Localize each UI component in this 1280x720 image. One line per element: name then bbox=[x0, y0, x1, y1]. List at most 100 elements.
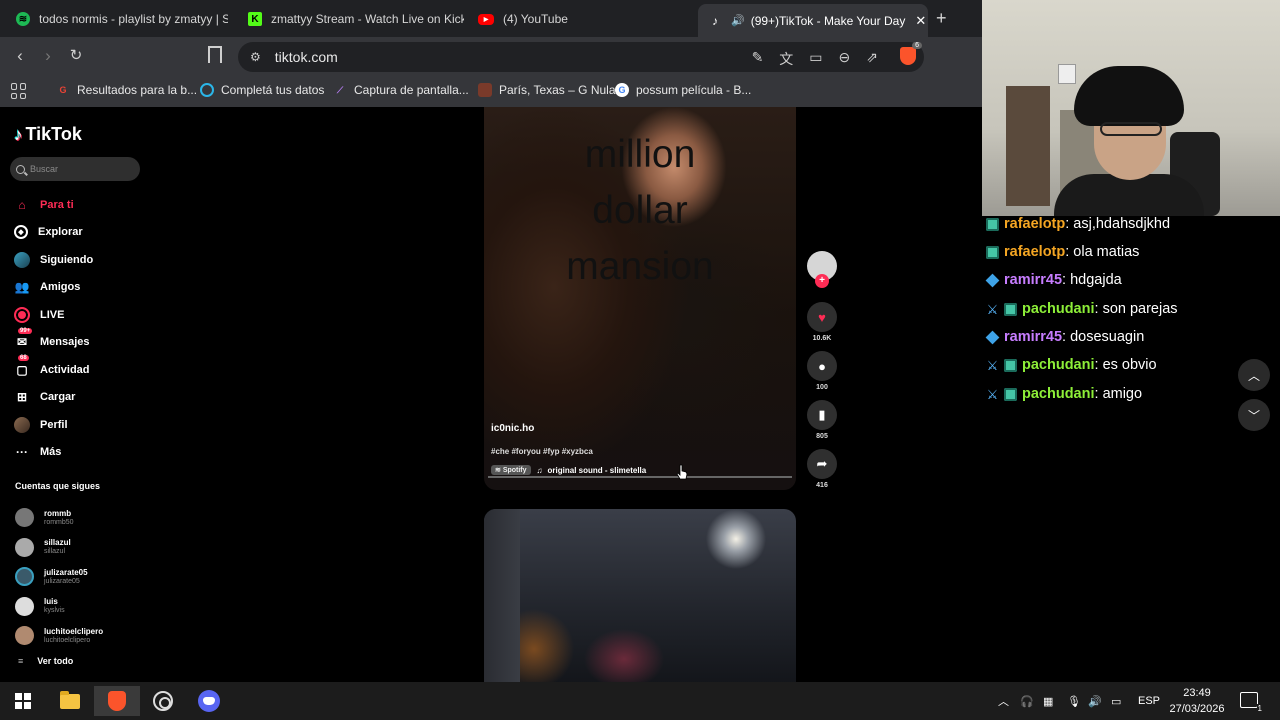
nav-live[interactable]: LIVE bbox=[14, 301, 154, 329]
file-explorer-button[interactable] bbox=[47, 686, 93, 716]
nav-mas[interactable]: ··· Más bbox=[14, 439, 154, 467]
nav-label: Explorar bbox=[38, 226, 83, 239]
creator-avatar[interactable]: + bbox=[807, 251, 837, 288]
comment-icon[interactable]: ● bbox=[807, 351, 837, 381]
video-player[interactable]: million dollar mansion ic0nic.ho #che #f… bbox=[484, 107, 796, 490]
video-author[interactable]: ic0nic.ho bbox=[491, 423, 534, 434]
show-hidden-icons-button[interactable]: ︿ bbox=[998, 682, 1009, 720]
following-account[interactable]: luchitoelclipero luchitoelclipero bbox=[15, 621, 165, 651]
activity-icon: ▢ bbox=[16, 362, 28, 377]
brave-shield-icon[interactable]: 6 bbox=[900, 42, 922, 65]
apps-grid-icon[interactable] bbox=[11, 83, 27, 99]
nav-para-ti[interactable]: ⌂ Para ti bbox=[14, 191, 154, 219]
close-tab-icon[interactable]: ✕ bbox=[905, 13, 926, 29]
start-button[interactable] bbox=[0, 686, 46, 716]
scroll-down-button[interactable]: ﹀ bbox=[1238, 399, 1270, 431]
nav-siguiendo[interactable]: Siguiendo bbox=[14, 246, 154, 274]
chat-username[interactable]: ramirr45 bbox=[1004, 329, 1062, 345]
like-action[interactable]: ♥ 10.6K bbox=[806, 302, 838, 351]
bookmark-item[interactable]: París, Texas – G Nula bbox=[478, 83, 616, 97]
tab-label: (4) YouTube bbox=[503, 12, 568, 26]
tab-spotify[interactable]: ≋ todos normis - playlist by zmatyy | Sp bbox=[6, 4, 228, 34]
nav-mensajes[interactable]: ✉ 99+ Mensajes bbox=[14, 327, 154, 357]
video-progress-bar[interactable] bbox=[488, 476, 792, 478]
address-bar[interactable]: ⚙ tiktok.com ✎ 文 ▭ ⊖ ⇗ bbox=[238, 42, 924, 72]
following-account[interactable]: luis kyslvis bbox=[15, 592, 165, 622]
account-handle: julizarate05 bbox=[44, 577, 80, 585]
share-icon[interactable]: ⇗ bbox=[866, 49, 878, 69]
bookmark-icon[interactable]: ▮ bbox=[807, 400, 837, 430]
clock[interactable]: 23:49 27/03/2026 bbox=[1160, 685, 1234, 717]
following-account[interactable]: rommb rommb50 bbox=[15, 503, 165, 533]
nav-explorar[interactable]: ◆ Explorar bbox=[14, 219, 154, 247]
browser-window: ≋ todos normis - playlist by zmatyy | Sp… bbox=[0, 0, 982, 682]
nav-perfil[interactable]: Perfil bbox=[14, 411, 154, 439]
next-video-player[interactable] bbox=[484, 509, 796, 682]
obs-button[interactable] bbox=[140, 686, 186, 716]
reload-button[interactable]: ↻ bbox=[66, 46, 86, 64]
creator-avatar-action[interactable]: + bbox=[806, 251, 838, 302]
account-handle: rommb50 bbox=[44, 518, 74, 526]
save-action[interactable]: ▮ 805 bbox=[806, 400, 838, 449]
account-handle: luchitoelclipero bbox=[44, 636, 91, 644]
bookmark-item[interactable]: G possum película - B... bbox=[615, 83, 751, 97]
follow-plus-icon[interactable]: + bbox=[815, 274, 829, 288]
account-handle: sillazul bbox=[44, 548, 66, 556]
new-tab-button[interactable]: + bbox=[936, 8, 947, 29]
network-icon[interactable]: ▭ bbox=[1111, 682, 1121, 720]
bookmark-item[interactable]: G Resultados para la b... bbox=[56, 83, 197, 97]
nav-amigos[interactable]: 👥 Amigos bbox=[14, 274, 154, 302]
screen: ≋ todos normis - playlist by zmatyy | Sp… bbox=[0, 0, 1280, 720]
video-hashtags[interactable]: #che #foryou #fyp #xyzbca bbox=[491, 447, 593, 456]
following-account[interactable]: julizarate05 julizarate05 bbox=[15, 562, 165, 592]
reader-mode-icon[interactable]: ✎ bbox=[752, 49, 764, 69]
share-action[interactable]: ➦ 416 bbox=[806, 449, 838, 498]
brave-browser-button[interactable] bbox=[94, 686, 140, 716]
microphone-icon[interactable]: 🎙 bbox=[1067, 682, 1081, 720]
chat-username[interactable]: pachudani bbox=[1022, 386, 1095, 402]
bookmark-item[interactable]: Completá tus datos bbox=[200, 83, 324, 97]
zoom-icon[interactable]: ⊖ bbox=[839, 49, 851, 69]
bookmarks-bar: G Resultados para la b... Completá tus d… bbox=[0, 76, 982, 107]
speaker-icon[interactable]: 🔊 bbox=[731, 14, 745, 27]
bookmark-item[interactable]: ⟋ Captura de pantalla... bbox=[333, 83, 469, 97]
notification-center-button[interactable]: 1 bbox=[1240, 692, 1263, 713]
app-tray-icon[interactable]: ▦ bbox=[1043, 682, 1053, 720]
chat-username[interactable]: pachudani bbox=[1022, 301, 1095, 317]
back-button[interactable]: ‹ bbox=[10, 46, 30, 66]
tab-kick[interactable]: K zmattyy Stream - Watch Live on Kick bbox=[238, 4, 464, 34]
search-input[interactable]: Buscar bbox=[10, 157, 140, 181]
bookmark-label: possum película - B... bbox=[636, 83, 752, 97]
nav-cargar[interactable]: ⊞ Cargar bbox=[14, 384, 154, 412]
tab-tiktok[interactable]: ♪ 🔊 (99+)TikTok - Make Your Day ✕ bbox=[698, 4, 928, 37]
chat-username[interactable]: rafaelotp bbox=[1004, 216, 1065, 232]
translate-icon[interactable]: 文 bbox=[779, 49, 793, 69]
video-sound[interactable]: ≋ Spotify ♫ original sound - slimetella bbox=[491, 465, 646, 475]
site-settings-icon[interactable]: ⚙ bbox=[250, 50, 261, 64]
cast-icon[interactable]: ▭ bbox=[809, 49, 822, 69]
heart-icon[interactable]: ♥ bbox=[807, 302, 837, 332]
share-arrow-icon[interactable]: ➦ bbox=[807, 449, 837, 479]
chat-username[interactable]: pachudani bbox=[1022, 357, 1095, 373]
share-count: 416 bbox=[816, 482, 828, 489]
spotify-chip[interactable]: ≋ Spotify bbox=[491, 465, 531, 475]
discord-button[interactable] bbox=[186, 686, 232, 716]
volume-icon[interactable]: 🔊 bbox=[1088, 682, 1102, 720]
nav-actividad[interactable]: ▢ 68 Actividad bbox=[14, 355, 154, 384]
chat-username[interactable]: ramirr45 bbox=[1004, 272, 1062, 288]
see-all-link[interactable]: ≡ Ver todo bbox=[18, 656, 73, 666]
comment-action[interactable]: ● 100 bbox=[806, 351, 838, 400]
nav-label: Más bbox=[40, 446, 62, 459]
scroll-up-button[interactable]: ︿ bbox=[1238, 359, 1270, 391]
spotify-label: Spotify bbox=[502, 467, 527, 474]
tiktok-logo[interactable]: ♪ TikTok bbox=[14, 124, 82, 145]
tab-youtube[interactable]: ▶ (4) YouTube bbox=[468, 4, 694, 34]
headset-icon[interactable]: 🎧 bbox=[1020, 682, 1034, 720]
following-account[interactable]: sillazul sillazul bbox=[15, 533, 165, 563]
language-indicator[interactable]: ESP bbox=[1138, 682, 1160, 720]
forward-button[interactable]: › bbox=[38, 46, 58, 66]
account-handle: kyslvis bbox=[44, 607, 65, 615]
bookmark-icon[interactable] bbox=[208, 46, 222, 63]
chat-username[interactable]: rafaelotp bbox=[1004, 244, 1065, 260]
more-icon: ··· bbox=[16, 445, 28, 460]
